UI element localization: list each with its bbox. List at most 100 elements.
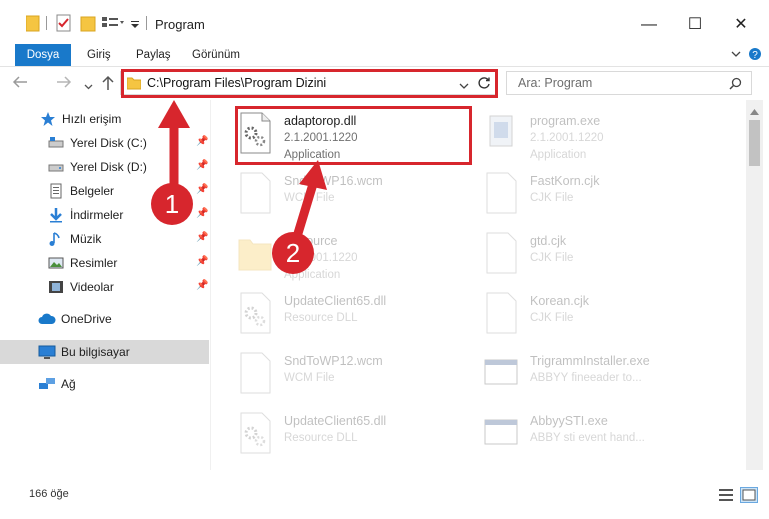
scroll-up-icon[interactable]	[750, 104, 759, 118]
maximize-button[interactable]: ☐	[672, 10, 718, 40]
file-item-updateclient65[interactable]: UpdateClient65.dll Resource DLL	[238, 288, 478, 346]
separator-icon	[146, 16, 148, 38]
sidebar-item-local-disk-c[interactable]: Yerel Disk (C:) 📌	[0, 131, 209, 155]
blank-file-icon	[484, 292, 518, 334]
up-arrow-icon[interactable]	[101, 75, 115, 94]
search-input[interactable]: Ara: Program	[518, 76, 592, 90]
item-count: 166 öğe	[29, 488, 69, 500]
sidebar-item-label: Ağ	[61, 377, 76, 391]
pin-icon[interactable]: 📌	[196, 208, 208, 219]
file-type: CJK File	[530, 312, 574, 324]
sidebar-item-label: Yerel Disk (C:)	[70, 136, 147, 150]
sidebar-item-label: Müzik	[70, 232, 102, 246]
properties-icon[interactable]	[56, 14, 72, 36]
blank-file-icon	[484, 232, 518, 274]
blank-file-icon	[484, 172, 518, 214]
file-item-korean[interactable]: Korean.cjk CJK File	[484, 288, 724, 346]
customize-toolbar-icon[interactable]	[130, 14, 140, 36]
file-item-fastkorn[interactable]: FastKorn.cjk CJK File	[484, 168, 724, 226]
pin-icon[interactable]: 📌	[196, 136, 208, 147]
drive-icon	[48, 159, 64, 175]
sidebar-item-label: Yerel Disk (D:)	[70, 160, 147, 174]
pane-divider[interactable]	[210, 100, 211, 470]
close-button[interactable]: ✕	[718, 10, 764, 40]
folder-icon	[25, 14, 40, 36]
sidebar-item-label: Belgeler	[70, 184, 115, 198]
file-item-sndtowp16[interactable]: SndToWP16.wcm WCM File	[238, 168, 478, 226]
window-title: Program	[155, 17, 205, 32]
tab-view[interactable]: Görünüm	[192, 44, 240, 66]
folder-icon	[238, 232, 272, 274]
window-exe-icon	[484, 412, 518, 454]
pin-icon[interactable]: 📌	[196, 184, 208, 195]
music-icon	[48, 231, 64, 247]
sidebar-item-local-disk-d[interactable]: Yerel Disk (D:) 📌	[0, 155, 209, 179]
callout-step-1: 1	[151, 183, 193, 225]
pin-icon[interactable]: 📌	[196, 256, 208, 267]
download-icon	[48, 207, 64, 223]
back-arrow-icon[interactable]	[12, 75, 28, 92]
window-exe-icon	[484, 352, 518, 394]
recent-locations-icon[interactable]	[84, 78, 93, 94]
dll-gear-icon	[238, 292, 272, 334]
file-name: UpdateClient65.dll	[284, 414, 387, 428]
large-icons-view-icon[interactable]	[740, 487, 758, 503]
sidebar-item-onedrive[interactable]: OneDrive	[0, 307, 209, 331]
svg-text:?: ?	[752, 50, 758, 61]
address-highlight	[121, 69, 498, 98]
tab-home[interactable]: Giriş	[87, 44, 111, 66]
file-name: gtd.cjk	[530, 234, 567, 248]
sidebar-item-pictures[interactable]: Resimler 📌	[0, 251, 209, 275]
star-icon	[40, 111, 56, 127]
file-item-gtd[interactable]: gtd.cjk CJK File	[484, 228, 724, 286]
pin-icon[interactable]: 📌	[196, 232, 208, 243]
computer-icon	[38, 344, 56, 360]
network-icon	[38, 376, 55, 392]
pictures-icon	[48, 255, 64, 271]
tab-file[interactable]: Dosya	[15, 44, 71, 66]
file-name: UpdateClient65.dll	[284, 294, 387, 308]
status-bar: 166 öğe	[0, 480, 769, 519]
forward-arrow-icon[interactable]	[56, 75, 72, 92]
chevron-down-icon[interactable]	[731, 48, 741, 62]
callout-step-2: 2	[272, 232, 314, 274]
help-icon[interactable]: ?	[748, 47, 762, 64]
file-name: SndToWP12.wcm	[284, 354, 383, 368]
scrollbar-thumb[interactable]	[749, 120, 760, 166]
sidebar-item-this-pc[interactable]: Bu bilgisayar	[0, 340, 209, 364]
sidebar-item-label: Resimler	[70, 256, 118, 270]
sidebar-item-label: Bu bilgisayar	[61, 345, 130, 359]
separator-icon	[46, 16, 48, 38]
file-type: Application	[530, 149, 587, 161]
file-item-trigramminstaller[interactable]: TrigrammInstaller.exe ABBYY fineeader to…	[484, 348, 724, 406]
file-item-sndtowp12[interactable]: SndToWP12.wcm WCM File	[238, 348, 478, 406]
file-item-program-exe[interactable]: program.exe 2.1.2001.1220 Application	[484, 108, 724, 166]
file-type: WCM File	[284, 372, 335, 384]
sidebar-item-music[interactable]: Müzik 📌	[0, 227, 209, 251]
sidebar-item-videos[interactable]: Videolar 📌	[0, 275, 209, 299]
blank-file-icon	[238, 172, 272, 214]
view-options-icon[interactable]	[101, 14, 125, 36]
file-item-abbyysti[interactable]: AbbyySTI.exe ABBY sti event hand...	[484, 408, 724, 466]
drive-icon	[48, 135, 64, 151]
file-name: TrigrammInstaller.exe	[530, 354, 650, 368]
file-name: AbbyySTI.exe	[530, 414, 608, 428]
search-icon	[729, 77, 742, 93]
file-name: Korean.cjk	[530, 294, 590, 308]
new-folder-icon[interactable]	[80, 14, 96, 36]
sidebar-item-network[interactable]: Ağ	[0, 372, 209, 396]
file-name: SndToWP16.wcm	[284, 174, 383, 188]
vertical-scrollbar[interactable]	[746, 100, 763, 470]
cloud-icon	[38, 311, 56, 327]
pin-icon[interactable]: 📌	[196, 280, 208, 291]
sidebar-item-quick-access[interactable]: Hızlı erişim	[0, 107, 209, 131]
search-box[interactable]: Ara: Program	[506, 71, 752, 95]
details-view-icon[interactable]	[718, 488, 734, 505]
file-name: FastKorn.cjk	[530, 174, 600, 188]
title-bar: Program — ☐ ✕	[0, 0, 769, 44]
tab-share[interactable]: Paylaş	[136, 44, 171, 66]
file-item-updateclient65-2[interactable]: UpdateClient65.dll Resource DLL	[238, 408, 478, 466]
minimize-button[interactable]: —	[626, 10, 672, 40]
file-name: program.exe	[530, 114, 601, 128]
pin-icon[interactable]: 📌	[196, 160, 208, 171]
